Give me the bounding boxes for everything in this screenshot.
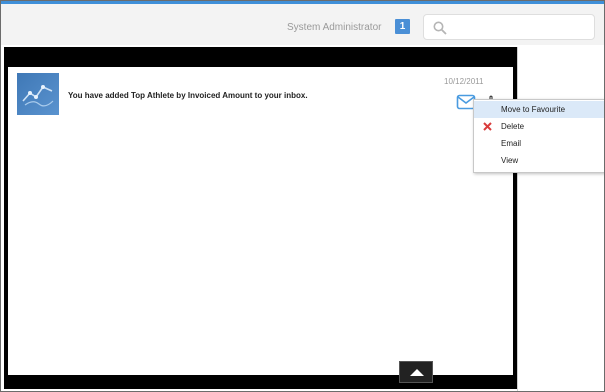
- notification-badge[interactable]: 1: [395, 19, 410, 34]
- menu-item-delete[interactable]: Delete: [474, 118, 604, 135]
- app-window: System Administrator 1 You have added To…: [0, 0, 605, 392]
- arrow-up-icon: [410, 369, 424, 376]
- notification-date: 10/12/2011: [444, 77, 484, 86]
- user-name[interactable]: System Administrator: [287, 22, 381, 33]
- panel-top-border: [8, 47, 513, 67]
- delete-x-icon: [483, 122, 492, 131]
- menu-item-email[interactable]: Email: [474, 135, 604, 152]
- top-bar: System Administrator 1: [1, 1, 604, 45]
- panel-bottom-border: [8, 375, 513, 389]
- inbox-panel: You have added Top Athlete by Invoiced A…: [4, 47, 517, 389]
- scroll-to-top-button[interactable]: [399, 361, 433, 383]
- menu-item-label: Delete: [501, 122, 525, 131]
- search-icon: [433, 21, 447, 35]
- report-chart-icon: [17, 73, 59, 115]
- notification-message: You have added Top Athlete by Invoiced A…: [68, 91, 308, 100]
- context-menu: Move to Favourite Delete Email View: [473, 99, 604, 173]
- menu-item-view[interactable]: View: [474, 152, 604, 169]
- search-input[interactable]: [423, 14, 595, 40]
- menu-item-move-to-favourite[interactable]: Move to Favourite: [474, 101, 604, 118]
